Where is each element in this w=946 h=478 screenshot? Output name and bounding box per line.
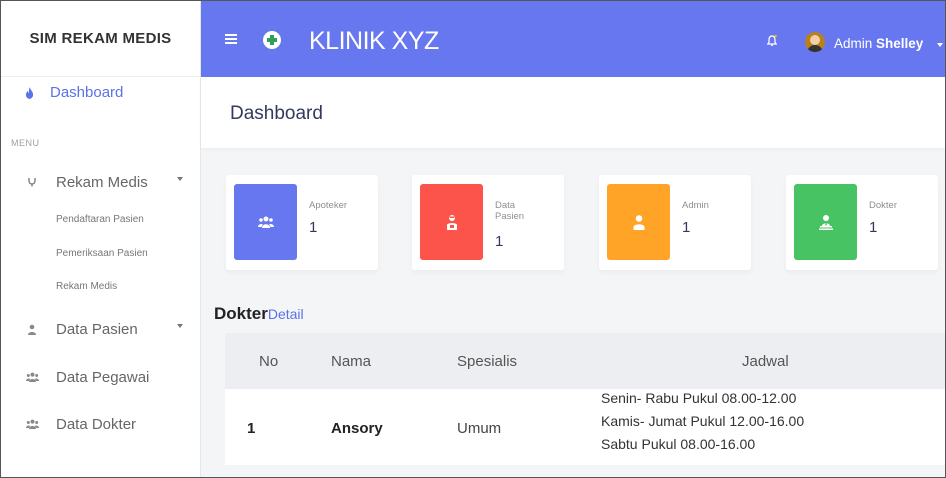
stat-card-data-pasien[interactable]: Data Pasien 1 <box>412 175 564 270</box>
stat-card-dokter[interactable]: Dokter 1 <box>786 175 938 270</box>
card-value: 1 <box>495 233 504 250</box>
sidebar-item-label: Rekam Medis <box>56 173 148 191</box>
sidebar-item-data-pegawai[interactable]: Data Pegawai <box>1 363 201 391</box>
user-md-icon <box>818 215 833 230</box>
card-value: 1 <box>309 219 318 236</box>
submenu-item-rekam-medis[interactable]: Rekam Medis <box>56 281 117 292</box>
chevron-down-icon <box>177 177 183 181</box>
column-header-spesialis: Spesialis <box>457 353 518 370</box>
chevron-down-icon[interactable] <box>937 43 943 47</box>
stat-card-admin[interactable]: Admin 1 <box>599 175 751 270</box>
submenu-item-pendaftaran-pasien[interactable]: Pendaftaran Pasien <box>56 214 144 225</box>
card-value: 1 <box>869 219 878 236</box>
app-frame: SIM REKAM MEDIS Dashboard MENU Rekam Med… <box>0 0 946 478</box>
avatar[interactable] <box>805 32 825 52</box>
cell-spesialis: Umum <box>457 420 502 437</box>
card-icon-box <box>420 184 483 260</box>
card-icon-box <box>234 184 297 260</box>
users-icon <box>25 372 39 382</box>
chevron-down-icon <box>177 324 183 328</box>
card-label: Data Pasien <box>495 200 525 222</box>
medical-cross-icon <box>263 31 281 49</box>
sidebar-item-data-pasien[interactable]: Data Pasien <box>1 315 201 343</box>
cell-nama: Ansory <box>331 420 383 437</box>
card-label: Admin <box>682 200 709 211</box>
user-name: Shelley <box>876 36 924 51</box>
page-header: Dashboard <box>201 77 945 148</box>
sidebar-item-label: Dashboard <box>50 84 124 101</box>
column-header-no: No <box>259 353 279 370</box>
card-label: Dokter <box>869 200 897 211</box>
menu-caption: MENU <box>11 138 40 148</box>
bell-icon[interactable] <box>767 35 777 46</box>
user-icon <box>25 324 39 335</box>
page-title: Dashboard <box>230 103 323 124</box>
submenu-item-pemeriksaan-pasien[interactable]: Pemeriksaan Pasien <box>56 248 148 259</box>
hamburger-menu-icon[interactable] <box>225 34 237 44</box>
card-label: Apoteker <box>309 200 348 211</box>
top-navbar: KLINIK XYZ Admin Shelley <box>201 1 945 77</box>
cell-jadwal: Senin- Rabu Pukul 08.00-12.00 Kamis- Jum… <box>601 387 804 456</box>
sidebar-brand[interactable]: SIM REKAM MEDIS <box>1 1 200 77</box>
sidebar: SIM REKAM MEDIS Dashboard MENU Rekam Med… <box>1 1 201 477</box>
card-icon-box <box>794 184 857 260</box>
sidebar-item-rekam-medis[interactable]: Rekam Medis <box>1 168 201 196</box>
stat-card-apoteker[interactable]: Apoteker 1 <box>226 175 378 270</box>
sidebar-item-label: Data Dokter <box>56 415 137 433</box>
app-title[interactable]: KLINIK XYZ <box>309 27 439 56</box>
sidebar-item-dashboard[interactable]: Dashboard <box>1 77 201 115</box>
column-header-jadwal: Jadwal <box>742 353 789 370</box>
schedule-line: Sabtu Pukul 08.00-16.00 <box>601 436 756 452</box>
section-title: DokterDetail <box>214 304 304 324</box>
column-header-nama: Nama <box>331 353 372 370</box>
detail-link[interactable]: Detail <box>268 306 304 322</box>
users-icon <box>25 419 39 429</box>
users-icon <box>257 216 274 228</box>
user-injured-icon <box>446 215 457 230</box>
stethoscope-icon <box>25 177 39 188</box>
schedule-line: Kamis- Jumat Pukul 12.00-16.00 <box>601 413 805 429</box>
table-header: No Nama Spesialis Jadwal <box>225 333 945 389</box>
user-prefix: Admin <box>834 36 873 51</box>
section-title-text: Dokter <box>214 304 268 323</box>
schedule-line: Senin- Rabu Pukul 08.00-12.00 <box>601 390 797 406</box>
sidebar-item-label: Data Pasien <box>56 320 138 338</box>
sidebar-item-data-dokter[interactable]: Data Dokter <box>1 410 201 438</box>
dokter-table: No Nama Spesialis Jadwal 1 Ansory Umum S… <box>225 333 945 465</box>
fire-icon <box>25 87 34 99</box>
sidebar-item-label: Data Pegawai <box>56 368 150 386</box>
card-value: 1 <box>682 219 691 236</box>
card-icon-box <box>607 184 670 260</box>
user-icon <box>633 215 644 230</box>
cell-no: 1 <box>247 420 256 437</box>
user-menu[interactable]: Admin Shelley <box>834 36 923 51</box>
table-row: 1 Ansory Umum Senin- Rabu Pukul 08.00-12… <box>225 387 945 465</box>
